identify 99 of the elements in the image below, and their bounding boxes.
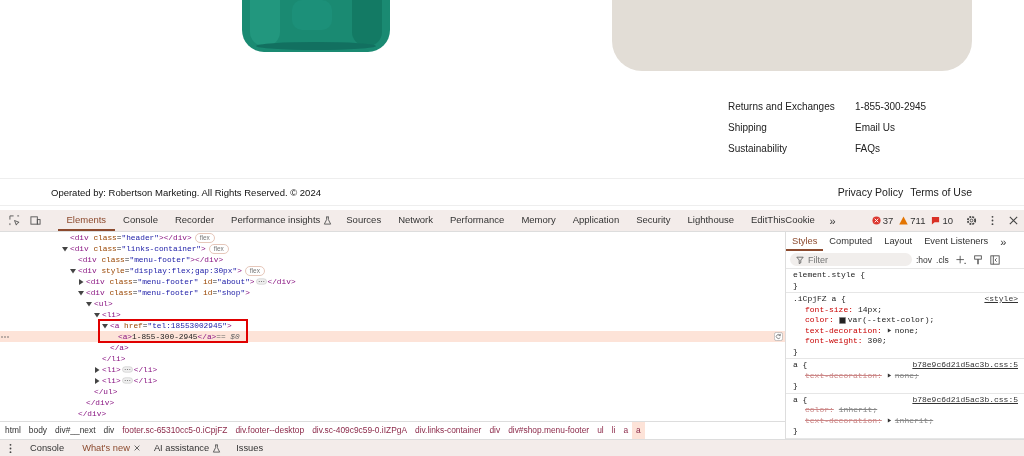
panel-tab[interactable]: Security bbox=[627, 210, 679, 231]
breadcrumb[interactable]: footer.sc-65310cc5-0.iCpjFZ bbox=[118, 422, 232, 439]
more-tabs-button[interactable]: » bbox=[994, 232, 1013, 251]
panel-tab[interactable]: Memory bbox=[512, 210, 565, 231]
stylesheet-link[interactable]: <style> bbox=[984, 294, 1018, 305]
expanded-arrow-icon[interactable] bbox=[78, 289, 84, 296]
drawer-tab[interactable]: What's new bbox=[73, 443, 139, 453]
panel-tab[interactable]: EditThisCookie bbox=[742, 210, 824, 231]
expanded-arrow-icon[interactable] bbox=[94, 311, 100, 318]
expanded-arrow-icon[interactable] bbox=[102, 322, 108, 329]
color-swatch-icon[interactable] bbox=[838, 316, 846, 324]
breadcrumb[interactable]: div bbox=[99, 422, 119, 439]
css-value[interactable]: 14px; bbox=[858, 304, 883, 315]
plus-icon[interactable] bbox=[955, 254, 966, 265]
sidebar-tab[interactable]: Styles bbox=[786, 232, 824, 251]
panel-tab[interactable]: Recorder bbox=[166, 210, 223, 231]
panel-tab[interactable]: Lighthouse bbox=[679, 210, 743, 231]
legal-link[interactable]: Terms of Use bbox=[910, 186, 972, 198]
stylesheet-link[interactable]: b78e9c6d21d5ac3b.css:5 bbox=[912, 360, 1018, 371]
panel-tab[interactable]: Performance insights bbox=[222, 210, 329, 231]
css-property[interactable]: font-size: bbox=[805, 304, 853, 315]
expand-arrow-icon[interactable] bbox=[886, 418, 892, 424]
legal-link[interactable]: Privacy Policy bbox=[837, 186, 904, 198]
closing-brace: } bbox=[793, 346, 798, 357]
sidebar-toggle-icon[interactable] bbox=[989, 254, 1000, 265]
css-selector: a { bbox=[793, 394, 808, 405]
breadcrumb[interactable]: ul bbox=[593, 422, 608, 439]
issue-count[interactable]: 711 bbox=[910, 215, 926, 226]
close-icon[interactable] bbox=[1008, 215, 1019, 226]
issue-count[interactable]: 37 bbox=[882, 215, 894, 226]
breadcrumb[interactable]: a bbox=[632, 422, 645, 439]
collapsed-arrow-icon[interactable] bbox=[94, 366, 100, 373]
collapsed-arrow-icon[interactable] bbox=[94, 377, 100, 384]
more-tabs-button[interactable]: » bbox=[823, 210, 842, 231]
breadcrumb[interactable]: html bbox=[1, 422, 25, 439]
expanded-arrow-icon[interactable] bbox=[70, 267, 76, 274]
breadcrumb[interactable]: div.links-container bbox=[411, 422, 486, 439]
device-icon[interactable] bbox=[30, 215, 41, 226]
panel-tab[interactable]: Network bbox=[389, 210, 442, 231]
panel-tab[interactable]: Console bbox=[114, 210, 167, 231]
expand-arrow-icon[interactable] bbox=[886, 328, 892, 334]
breadcrumb[interactable]: body bbox=[24, 422, 51, 439]
footer-link[interactable]: Email Us bbox=[855, 121, 895, 135]
closing-brace: } bbox=[793, 280, 798, 291]
panel-tab[interactable]: Elements bbox=[58, 210, 115, 231]
panel-tab[interactable]: Performance bbox=[441, 210, 513, 231]
breadcrumb[interactable]: div.footer--desktop bbox=[231, 422, 309, 439]
footer-link[interactable]: Sustainability bbox=[728, 142, 787, 156]
drawer-tab[interactable]: Console bbox=[21, 443, 74, 453]
footer-link[interactable]: Shipping bbox=[728, 121, 767, 135]
refresh-icon[interactable] bbox=[774, 332, 783, 341]
css-property[interactable]: font-weight: bbox=[805, 336, 863, 347]
css-value[interactable]: inherit; bbox=[894, 415, 934, 426]
css-property[interactable]: text-decoration: bbox=[805, 325, 882, 336]
breadcrumb[interactable]: a bbox=[619, 422, 633, 439]
footer-link[interactable]: 1-855-300-2945 bbox=[855, 100, 927, 114]
error-icon[interactable] bbox=[871, 216, 881, 225]
panel-tab[interactable]: Sources bbox=[337, 210, 390, 231]
css-selector: a { bbox=[793, 360, 808, 371]
settings-icon[interactable] bbox=[966, 215, 977, 226]
css-selector: element.style { bbox=[793, 270, 865, 281]
css-property[interactable]: color: bbox=[805, 315, 834, 326]
inspect-icon[interactable] bbox=[9, 215, 20, 226]
breadcrumb[interactable]: div bbox=[485, 422, 505, 439]
expand-arrow-icon[interactable] bbox=[886, 373, 892, 379]
stylesheet-link[interactable]: b78e9c6d21d5ac3b.css:5 bbox=[912, 394, 1018, 405]
css-selector: .iCpjFZ a { bbox=[793, 294, 846, 305]
copyright-text: Operated by: Robertson Marketing. All Rights Reserved. © 2024 bbox=[51, 186, 321, 198]
footer-link[interactable]: Returns and Exchanges bbox=[728, 100, 835, 114]
footer-link[interactable]: FAQs bbox=[855, 142, 880, 156]
closing-brace: } bbox=[793, 426, 798, 437]
breadcrumb[interactable]: div#shop.menu-footer bbox=[504, 422, 594, 439]
sidebar-tab[interactable]: Computed bbox=[823, 232, 879, 251]
warning-icon[interactable] bbox=[899, 216, 909, 225]
css-value[interactable]: var(--text-color); bbox=[847, 315, 935, 326]
issue-count[interactable]: 10 bbox=[942, 215, 953, 226]
breadcrumb[interactable]: div#__next bbox=[51, 422, 100, 439]
css-value[interactable]: none; bbox=[894, 325, 919, 336]
message-icon[interactable] bbox=[931, 216, 941, 225]
close-icon[interactable] bbox=[132, 444, 141, 452]
panel-tab[interactable]: Application bbox=[564, 210, 628, 231]
funnel-icon bbox=[796, 255, 804, 264]
css-value[interactable]: none; bbox=[894, 370, 919, 381]
expanded-arrow-icon[interactable] bbox=[86, 300, 92, 307]
expanded-arrow-icon[interactable] bbox=[62, 245, 68, 252]
breadcrumb[interactable]: div.sc-409c9c59-0.iIZPgA bbox=[308, 422, 411, 439]
sidebar-tab[interactable]: Event Listeners bbox=[918, 232, 995, 251]
drawer-tab[interactable]: Issues bbox=[227, 443, 273, 453]
css-value[interactable]: 300; bbox=[867, 336, 887, 347]
breadcrumb[interactable]: li bbox=[607, 422, 620, 439]
classes-button[interactable]: .cls bbox=[936, 254, 949, 265]
sidebar-tab[interactable]: Layout bbox=[878, 232, 919, 251]
paint-roller-icon[interactable] bbox=[972, 254, 983, 265]
collapsed-arrow-icon[interactable] bbox=[78, 278, 84, 285]
filter-field[interactable]: Filter bbox=[790, 253, 912, 266]
closing-brace: } bbox=[793, 381, 798, 392]
hover-state-button[interactable]: :hov bbox=[916, 254, 933, 265]
drawer-tab[interactable]: AI assistance bbox=[144, 443, 219, 453]
css-value[interactable]: inherit; bbox=[838, 405, 878, 416]
